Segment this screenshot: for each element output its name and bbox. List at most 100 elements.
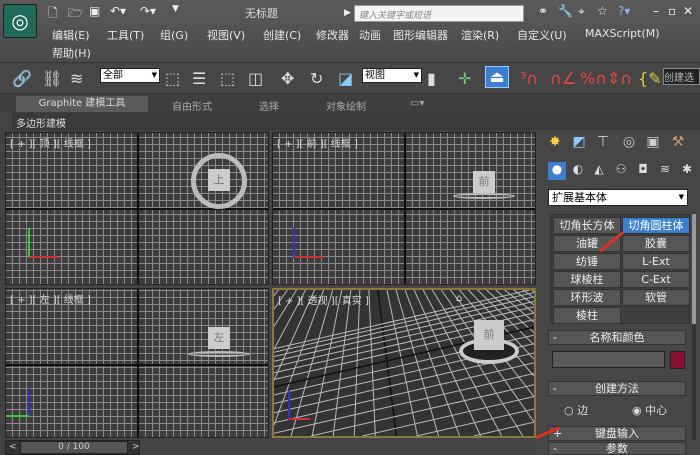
object-type-button[interactable]: 切角圆柱体: [622, 217, 690, 234]
unlink-icon[interactable]: ⛓: [42, 69, 62, 88]
object-category-dropdown[interactable]: 扩展基本体: [548, 189, 688, 206]
motion-tab-icon[interactable]: ◎: [618, 134, 640, 154]
viewport-label[interactable]: [ + ][ 前 ][ 线框 ]: [277, 135, 358, 150]
scale-icon[interactable]: ◪: [338, 69, 353, 88]
time-slider[interactable]: < 0 / 100 >: [5, 440, 140, 455]
viewport-perspective[interactable]: [ + ][ 透视 ][ 真实 ] ⌂ 前: [272, 288, 536, 438]
edit-named-selection-icon[interactable]: {✎: [638, 69, 662, 88]
rollout-parameters[interactable]: - 参数: [548, 442, 686, 455]
time-slider-thumb[interactable]: 0 / 100: [20, 441, 128, 454]
move-icon[interactable]: ✥: [281, 69, 294, 88]
select-by-name-icon[interactable]: ☰: [192, 69, 206, 88]
menu-edit[interactable]: 编辑(E): [52, 27, 90, 43]
viewcube[interactable]: 前: [473, 171, 495, 193]
home-icon[interactable]: ⌂: [456, 293, 462, 304]
menu-rendering[interactable]: 渲染(R): [461, 27, 499, 43]
menu-modifiers[interactable]: 修改器: [316, 27, 349, 43]
menu-views[interactable]: 视图(V): [207, 27, 245, 43]
display-tab-icon[interactable]: ▣: [642, 134, 664, 154]
close-button[interactable]: ✕: [683, 4, 693, 18]
object-type-button[interactable]: 环形波: [553, 289, 621, 306]
menu-tools[interactable]: 工具(T): [107, 27, 144, 43]
radio-center[interactable]: ◉ 中心: [632, 402, 667, 418]
wrench-icon[interactable]: 🔧: [558, 4, 573, 18]
object-type-button[interactable]: C-Ext: [622, 271, 690, 288]
utilities-tab-icon[interactable]: ⚒: [667, 134, 689, 154]
rollout-creation-method[interactable]: - 创建方法: [548, 381, 686, 396]
modify-tab-icon[interactable]: ◩: [568, 134, 590, 154]
snap-3d-icon[interactable]: ³∩: [520, 69, 538, 88]
select-manipulate-icon[interactable]: ✛: [458, 69, 471, 88]
viewport-front[interactable]: [ + ][ 前 ][ 线框 ] 前: [272, 132, 536, 285]
geometry-icon[interactable]: ●: [548, 162, 566, 180]
viewcube[interactable]: 左: [208, 327, 230, 349]
undo-icon[interactable]: ↶▾: [110, 4, 126, 18]
scrollbar-thumb[interactable]: [692, 214, 696, 324]
new-file-icon[interactable]: 🗋: [48, 4, 58, 25]
satellite-icon[interactable]: ⌖: [578, 4, 585, 19]
viewport-left[interactable]: [ + ][ 左 ][ 线框 ] 左: [5, 288, 269, 438]
object-color-swatch[interactable]: [670, 351, 685, 369]
object-type-button[interactable]: 球棱柱: [553, 271, 621, 288]
menu-customize[interactable]: 自定义(U): [517, 27, 567, 43]
percent-snap-icon[interactable]: %∩: [580, 69, 607, 88]
tab-selection[interactable]: 选择: [259, 98, 279, 113]
object-type-button[interactable]: 棱柱: [553, 307, 621, 324]
binoculars-icon[interactable]: ⚭: [538, 4, 548, 18]
window-crossing-icon[interactable]: ◫: [248, 69, 263, 88]
viewcube[interactable]: 前: [474, 320, 504, 350]
link-icon[interactable]: 🔗: [12, 69, 32, 88]
select-object-icon[interactable]: ⬚: [165, 69, 180, 88]
customize-quick-access-icon[interactable]: ▼: [172, 4, 179, 14]
pivot-icon[interactable]: ▮: [427, 69, 436, 88]
save-icon[interactable]: ▣: [89, 4, 100, 18]
rotate-icon[interactable]: ↻: [310, 69, 323, 88]
space-warps-icon[interactable]: ≋: [656, 162, 674, 180]
menu-graph-editors[interactable]: 图形编辑器: [393, 27, 448, 43]
command-panel-scrollbar[interactable]: [692, 214, 696, 440]
app-menu-button[interactable]: ◎: [3, 4, 37, 38]
rollout-keyboard-entry[interactable]: + 键盘输入: [548, 426, 686, 441]
spinner-snap-icon[interactable]: ⇕∩: [607, 69, 632, 88]
rectangular-selection-icon[interactable]: ⬚: [220, 69, 235, 88]
menu-maxscript[interactable]: MAXScript(M): [585, 27, 660, 40]
redo-icon[interactable]: ↷▾: [140, 4, 156, 18]
menu-help[interactable]: 帮助(H): [52, 45, 91, 61]
object-name-input[interactable]: [552, 351, 665, 368]
ribbon-panel-polygon-modeling[interactable]: 多边形建模: [12, 113, 700, 130]
object-type-button[interactable]: 纺锤: [553, 253, 621, 270]
keyboard-shortcut-override-icon[interactable]: ⏏: [485, 66, 509, 88]
menu-create[interactable]: 创建(C): [263, 27, 301, 43]
expand-icon[interactable]: ▶: [344, 8, 351, 18]
prev-frame-button[interactable]: <: [9, 442, 17, 452]
lights-icon[interactable]: ◭: [590, 162, 608, 180]
viewport-label[interactable]: [ + ][ 左 ][ 线框 ]: [10, 291, 91, 306]
object-type-button[interactable]: L-Ext: [622, 253, 690, 270]
next-frame-button[interactable]: >: [132, 442, 140, 452]
cameras-icon[interactable]: ⚇: [612, 162, 630, 180]
shapes-icon[interactable]: ◐: [569, 162, 587, 180]
viewport-label[interactable]: [ + ][ 顶 ][ 线框 ]: [10, 135, 91, 150]
named-selection-set-input[interactable]: 创建选: [663, 68, 700, 85]
viewcube[interactable]: 上: [208, 169, 230, 191]
helpers-icon[interactable]: ◘: [634, 162, 652, 180]
minimize-button[interactable]: –: [653, 4, 659, 18]
star-icon[interactable]: ☆: [597, 4, 608, 18]
viewport-top[interactable]: [ + ][ 顶 ][ 线框 ] 上: [5, 132, 269, 285]
rollout-name-and-color[interactable]: - 名称和颜色: [548, 330, 686, 345]
object-type-button[interactable]: 切角长方体: [553, 217, 621, 234]
search-input[interactable]: 键入关键字或短语: [354, 5, 524, 22]
open-folder-icon[interactable]: 🗁: [68, 4, 83, 25]
viewport-label[interactable]: [ + ][ 透视 ][ 真实 ]: [278, 292, 369, 307]
tab-graphite-modeling[interactable]: Graphite 建模工具: [16, 96, 148, 112]
systems-icon[interactable]: ✱: [678, 162, 696, 180]
tab-object-paint[interactable]: 对象绘制: [326, 98, 366, 113]
object-type-button[interactable]: 软管: [622, 289, 690, 306]
help-icon[interactable]: ?▾: [618, 4, 630, 18]
maximize-button[interactable]: ▫: [668, 4, 676, 18]
create-tab-icon[interactable]: ✸: [544, 134, 566, 154]
angle-snap-icon[interactable]: ∩∠: [550, 69, 576, 88]
object-type-button[interactable]: 胶囊: [622, 235, 690, 252]
tab-freeform[interactable]: 自由形式: [172, 98, 212, 113]
ribbon-options-icon[interactable]: ▭▾: [410, 98, 424, 109]
